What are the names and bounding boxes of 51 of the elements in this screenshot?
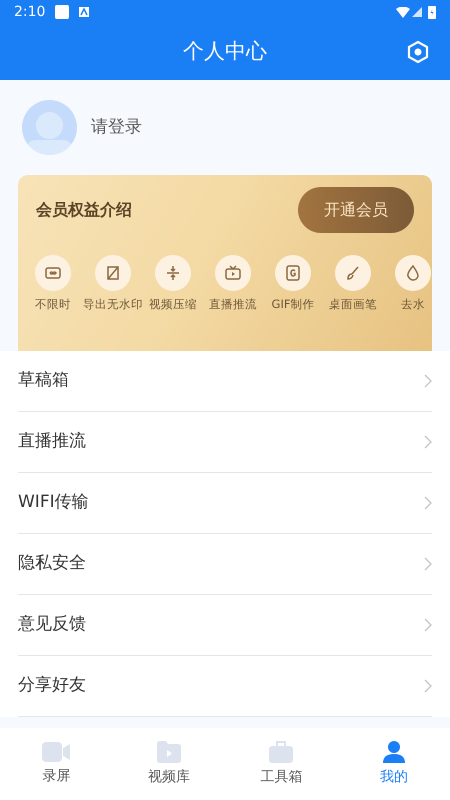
status-time: 2:10	[14, 2, 46, 22]
menu-item[interactable]: 直播推流	[18, 412, 432, 473]
menu-label: 直播推流	[18, 430, 86, 454]
chevron-right-icon	[424, 557, 432, 571]
login-prompt[interactable]: 请登录	[91, 114, 142, 140]
menu-label: 草稿箱	[18, 369, 69, 392]
menu-label: 意见反馈	[18, 613, 86, 636]
folder-play-icon	[156, 740, 181, 762]
feature-label: 直播推流	[209, 296, 257, 313]
chevron-right-icon	[424, 679, 432, 693]
app-notification-icon	[79, 7, 90, 17]
menu-item[interactable]: 隐私安全	[18, 534, 432, 595]
chevron-right-icon	[424, 618, 432, 632]
battery-icon	[428, 5, 436, 19]
feature-icon[interactable]	[155, 255, 191, 291]
feature-label: 桌面画笔	[329, 296, 377, 313]
menu-item[interactable]: 意见反馈	[18, 595, 432, 656]
feature-label: 去水	[401, 296, 425, 313]
chevron-right-icon	[424, 374, 432, 388]
feature-icon[interactable]	[95, 255, 131, 291]
toolbox-icon	[269, 740, 294, 762]
video-camera-icon	[42, 742, 70, 762]
feature-icon[interactable]	[395, 255, 431, 291]
feature-icon[interactable]	[215, 255, 251, 291]
signal-icon	[412, 7, 422, 17]
tab-item[interactable]: 视频库	[112, 728, 225, 800]
menu-item[interactable]: WIFI传输	[18, 473, 432, 534]
menu-item[interactable]: 草稿箱	[18, 351, 432, 412]
chevron-right-icon	[424, 435, 432, 449]
notification-icon	[55, 5, 70, 19]
person-icon	[382, 740, 405, 762]
chevron-right-icon	[424, 496, 432, 510]
menu-item[interactable]: 分享好友	[18, 656, 432, 717]
feature-label: GIF制作	[272, 296, 314, 313]
settings-icon[interactable]	[406, 40, 430, 64]
tab-item[interactable]: 工具箱	[225, 728, 338, 800]
feature-icon[interactable]	[275, 255, 311, 291]
feature-icon[interactable]	[335, 255, 371, 291]
membership-title: 会员权益介绍	[36, 199, 132, 221]
feature-label: 不限时	[35, 296, 71, 313]
feature-label: 导出无水印	[83, 296, 143, 313]
menu-label: WIFI传输	[18, 491, 89, 514]
tab-item[interactable]: 我的	[338, 728, 450, 800]
wifi-icon	[396, 6, 410, 18]
menu-label: 隐私安全	[18, 552, 86, 576]
open-membership-button[interactable]: 开通会员	[298, 187, 414, 233]
menu-label: 分享好友	[18, 674, 86, 698]
feature-icon[interactable]	[35, 255, 71, 291]
feature-label: 视频压缩	[149, 296, 197, 313]
tab-item[interactable]: 录屏	[0, 728, 112, 800]
page-title: 个人中心	[183, 38, 267, 66]
